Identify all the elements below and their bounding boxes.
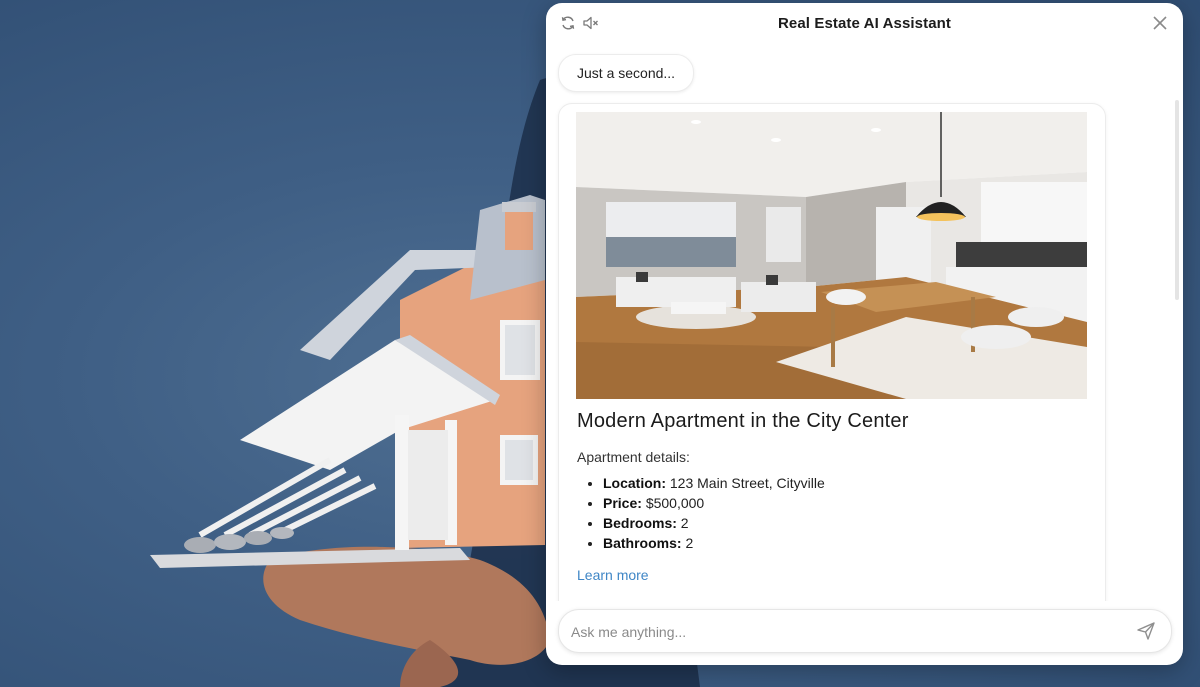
status-message: Just a second... [558,54,695,92]
learn-more-link[interactable]: Learn more [577,567,649,583]
message-list[interactable]: Just a second... Modern Apartment in the… [546,45,1183,601]
detail-bedrooms: Bedrooms: 2 [603,513,825,533]
listing-title: Modern Apartment in the City Center [577,410,909,432]
close-icon[interactable] [1150,13,1170,33]
detail-bathrooms: Bathrooms: 2 [603,533,825,553]
scrollbar[interactable] [1175,100,1179,300]
detail-price: Price: $500,000 [603,493,825,513]
chat-input-bar [558,609,1172,653]
details-list: Location: 123 Main Street, Cityville Pri… [577,473,825,553]
apartment-interior-photo [576,112,1087,399]
chat-title: Real Estate AI Assistant [777,15,952,32]
details-heading: Apartment details: [577,449,690,465]
send-button[interactable] [1135,620,1157,642]
detail-location: Location: 123 Main Street, Cityville [603,473,825,493]
chat-input[interactable] [569,618,1123,646]
listing-card: Modern Apartment in the City Center Apar… [558,103,1106,601]
chat-header: Real Estate AI Assistant [546,3,1183,45]
chat-widget: Real Estate AI Assistant Just a second..… [546,3,1183,665]
send-icon [1137,622,1155,640]
